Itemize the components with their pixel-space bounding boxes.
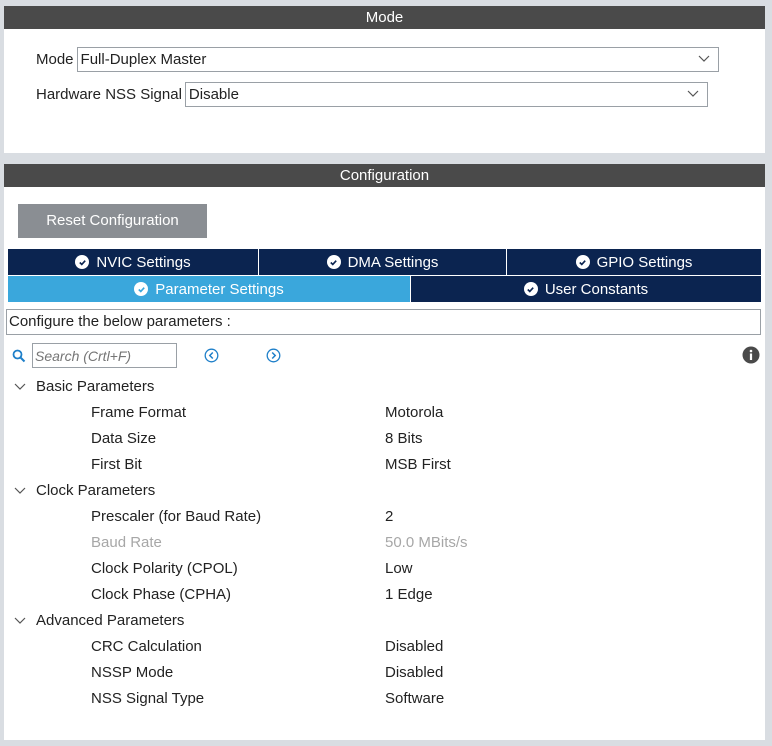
param-row-first-bit[interactable]: First Bit MSB First [4,452,765,478]
chevron-down-icon [698,55,709,62]
param-value: Software [385,690,445,707]
tab-label: User Constants [544,280,649,298]
param-value: Disabled [385,638,444,655]
hardware-nss-label: Hardware NSS Signal [36,86,182,103]
param-value: 8 Bits [385,430,423,447]
chevron-down-icon[interactable] [14,487,26,495]
mode-select-value: Full-Duplex Master [80,51,207,68]
param-row-data-size[interactable]: Data Size 8 Bits [4,426,765,452]
param-name: CRC Calculation [91,638,202,655]
param-row-prescaler[interactable]: Prescaler (for Baud Rate) 2 [4,504,765,530]
param-value: Disabled [385,664,444,681]
tab-label: DMA Settings [347,253,439,271]
param-value: 1 Edge [385,586,433,603]
param-name: NSSP Mode [91,664,174,681]
tab-label: NVIC Settings [96,253,191,271]
param-name: Clock Polarity (CPOL) [91,560,238,577]
tab-user-constants[interactable]: User Constants [411,276,761,302]
search-toolbar [12,343,760,369]
param-row-nssp-mode[interactable]: NSSP Mode Disabled [4,660,765,686]
mode-header: Mode [4,6,765,29]
param-row-baud-rate: Baud Rate 50.0 MBits/s [4,530,765,556]
next-match-icon[interactable] [266,348,281,363]
mode-label: Mode [36,51,74,68]
param-name: Prescaler (for Baud Rate) [91,508,262,525]
param-name: NSS Signal Type [91,690,205,707]
check-circle-icon [326,255,341,269]
hardware-nss-field: Hardware NSS Signal Disable [36,82,708,107]
group-clock-parameters[interactable]: Clock Parameters [4,478,765,504]
param-row-crc-calculation[interactable]: CRC Calculation Disabled [4,634,765,660]
configuration-header: Configuration [4,164,765,187]
chevron-down-icon [687,90,699,97]
param-row-frame-format[interactable]: Frame Format Motorola [4,400,765,426]
group-basic-parameters[interactable]: Basic Parameters [4,374,765,400]
chevron-down-icon[interactable] [14,617,26,625]
group-label: Basic Parameters [36,378,155,395]
previous-match-icon[interactable] [204,348,219,363]
hardware-nss-select[interactable]: Disable [184,82,708,107]
param-value: Low [385,560,413,577]
param-name: First Bit [91,456,142,473]
param-row-clock-phase[interactable]: Clock Phase (CPHA) 1 Edge [4,582,765,608]
settings-tabs-row-2: Parameter Settings User Constants [8,276,761,302]
param-row-nss-signal-type[interactable]: NSS Signal Type Software [4,686,765,712]
mode-field: Mode Full-Duplex Master [36,47,719,72]
reset-configuration-button[interactable]: Reset Configuration [18,204,207,238]
tab-nvic-settings[interactable]: NVIC Settings [8,249,259,275]
search-input[interactable] [32,343,177,368]
settings-tabs-row-1: NVIC Settings DMA Settings GPIO Settings [8,249,761,275]
tab-label: GPIO Settings [596,253,693,271]
check-circle-icon [575,255,590,269]
check-circle-icon [134,282,149,296]
param-name: Clock Phase (CPHA) [91,586,232,603]
tab-dma-settings[interactable]: DMA Settings [259,249,507,275]
param-name: Baud Rate [91,534,162,551]
param-name: Data Size [91,430,157,447]
group-advanced-parameters[interactable]: Advanced Parameters [4,608,765,634]
chevron-down-icon[interactable] [14,383,26,391]
tab-parameter-settings[interactable]: Parameter Settings [8,276,411,302]
search-icon [12,349,26,363]
configuration-panel: Configuration Reset Configuration NVIC S… [4,164,765,740]
group-label: Advanced Parameters [36,612,185,629]
param-value: 50.0 MBits/s [385,534,468,551]
param-name: Frame Format [91,404,187,421]
param-value: 2 [385,508,394,525]
tab-gpio-settings[interactable]: GPIO Settings [507,249,761,275]
info-icon[interactable] [742,346,760,364]
parameters-description: Configure the below parameters : [6,309,761,335]
param-row-clock-polarity[interactable]: Clock Polarity (CPOL) Low [4,556,765,582]
param-value: MSB First [385,456,451,473]
tab-label: Parameter Settings [155,280,284,298]
hardware-nss-select-value: Disable [188,86,239,103]
param-value: Motorola [385,404,444,421]
check-circle-icon [75,255,90,269]
mode-select[interactable]: Full-Duplex Master [76,47,719,72]
check-circle-icon [523,282,538,296]
mode-panel: Mode Mode Full-Duplex Master Hardware NS… [4,6,765,153]
parameter-tree: Basic Parameters Frame Format Motorola D… [4,374,765,712]
group-label: Clock Parameters [36,482,156,499]
